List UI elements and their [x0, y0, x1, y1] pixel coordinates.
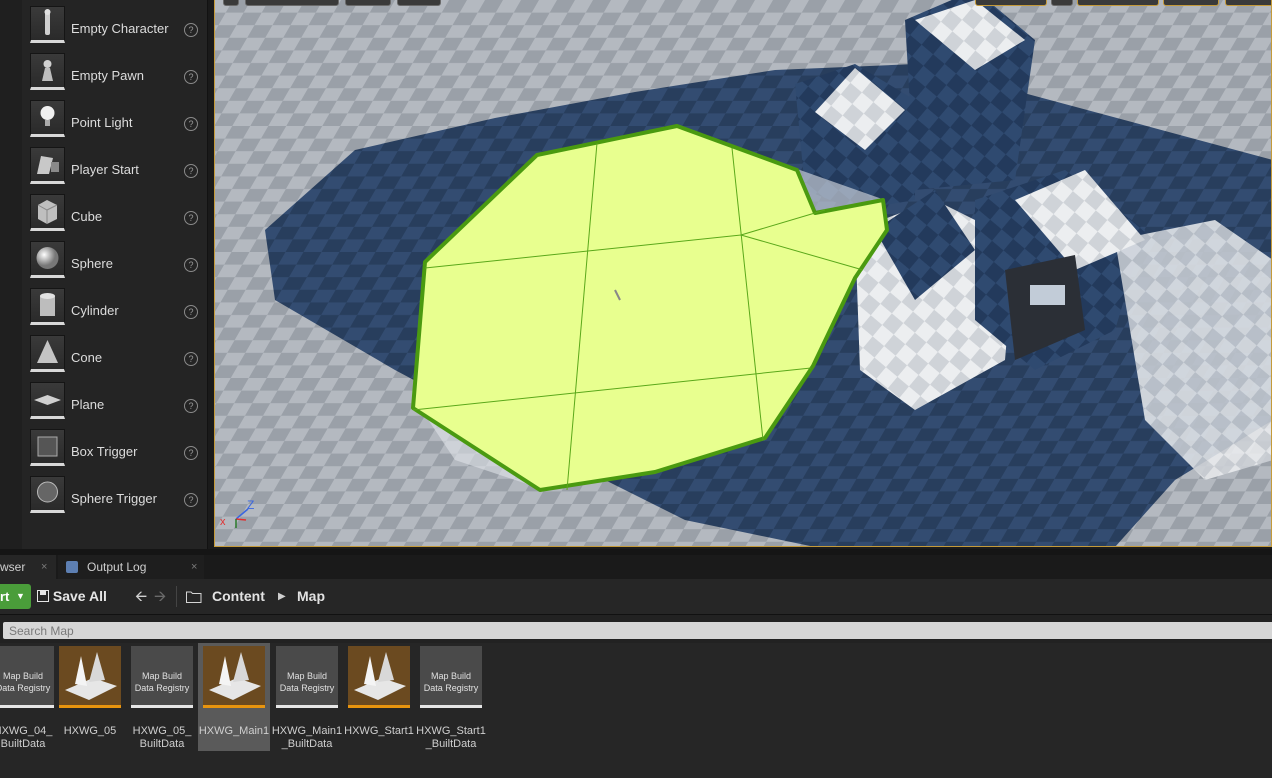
help-icon[interactable]: ? — [184, 211, 198, 225]
asset-tile-selected[interactable]: HXWG_Main1 — [198, 643, 270, 751]
help-icon[interactable]: ? — [184, 70, 198, 84]
log-icon — [66, 561, 78, 573]
breadcrumb-map[interactable]: Map — [297, 584, 325, 609]
place-item-empty-pawn[interactable]: Empty Pawn ? — [22, 50, 207, 97]
box-trigger-icon — [30, 429, 65, 466]
asset-tile[interactable]: HXWG_Start1 — [343, 643, 415, 751]
place-item-label: Player Start — [71, 162, 139, 177]
map-build-data-registry-icon: Map Build Data Registry — [276, 646, 338, 708]
help-icon[interactable]: ? — [184, 493, 198, 507]
place-item-label: Cylinder — [71, 303, 119, 318]
tab-output-log[interactable]: Output Log × — [58, 555, 204, 579]
asset-tile[interactable]: Map Build Data Registry HXWG_Main1 _Buil… — [271, 643, 343, 751]
folder-icon[interactable] — [186, 590, 202, 603]
asset-tile[interactable]: HXWG_05 — [54, 643, 126, 751]
place-item-box-trigger[interactable]: Box Trigger ? — [22, 426, 207, 473]
add-import-button[interactable]: rt ▼ — [0, 584, 31, 609]
map-build-data-registry-icon: Map Build Data Registry — [131, 646, 193, 708]
help-icon[interactable]: ? — [184, 305, 198, 319]
place-item-label: Sphere Trigger — [71, 491, 157, 506]
breadcrumb-arrow-icon[interactable]: ▶ — [278, 584, 286, 609]
place-item-sphere[interactable]: Sphere ? — [22, 238, 207, 285]
sphere-trigger-icon — [30, 476, 65, 513]
save-all-label: Save All — [52, 588, 107, 604]
save-all-button[interactable]: Save All — [37, 584, 107, 609]
viewport-grid-snap-button[interactable] — [1077, 0, 1159, 6]
plane-icon — [30, 382, 65, 419]
level-map-icon — [59, 646, 121, 708]
close-icon[interactable]: × — [191, 555, 197, 579]
save-icon — [37, 590, 49, 602]
place-item-cone[interactable]: Cone ? — [22, 332, 207, 379]
viewport-show-button[interactable] — [397, 0, 441, 6]
place-item-label: Empty Character — [71, 21, 169, 36]
help-icon[interactable]: ? — [184, 164, 198, 178]
bottom-tab-bar: wser × Output Log × — [0, 555, 1272, 579]
sphere-icon — [30, 241, 65, 278]
place-item-label: Empty Pawn — [71, 68, 144, 83]
level-viewport[interactable]: x Z — [214, 0, 1272, 547]
help-icon[interactable]: ? — [184, 117, 198, 131]
place-item-player-start[interactable]: Player Start ? — [22, 144, 207, 191]
viewport-scene[interactable]: x Z — [215, 0, 1272, 547]
cube-icon — [30, 194, 65, 231]
place-item-label: Box Trigger — [71, 444, 138, 459]
cylinder-icon — [30, 288, 65, 325]
place-item-cube[interactable]: Cube ? — [22, 191, 207, 238]
viewport-menu-button[interactable] — [223, 0, 239, 6]
place-item-cylinder[interactable]: Cylinder ? — [22, 285, 207, 332]
help-icon[interactable]: ? — [184, 258, 198, 272]
viewport-lit-button[interactable] — [345, 0, 391, 6]
tab-label: Output Log — [87, 560, 147, 574]
place-item-plane[interactable]: Plane ? — [22, 379, 207, 426]
place-item-label: Sphere — [71, 256, 113, 271]
help-icon[interactable]: ? — [184, 399, 198, 413]
left-mode-strip — [0, 0, 23, 549]
search-row — [0, 615, 1272, 643]
place-item-empty-character[interactable]: Empty Character ? — [22, 3, 207, 50]
back-arrow-icon[interactable]: 🡨 — [135, 586, 147, 611]
asset-tile[interactable]: Map Build Data Registry HXWG_Start1 _Bui… — [415, 643, 487, 751]
forward-arrow-icon[interactable]: 🡪 — [154, 586, 166, 611]
axis-z-label: Z — [247, 498, 254, 512]
map-build-data-registry-icon: Map Build Data Registry — [0, 646, 54, 708]
place-item-label: Cone — [71, 350, 103, 365]
place-item-point-light[interactable]: Point Light ? — [22, 97, 207, 144]
help-icon[interactable]: ? — [184, 23, 198, 37]
viewport-snap-button[interactable] — [1051, 0, 1073, 6]
content-browser-toolbar: rt ▼ Save All 🡨 🡪 Content ▶ Map — [0, 579, 1272, 615]
asset-name: HXWG_Main1 — [198, 725, 270, 737]
asset-grid: Map Build Data Registry HXWG_04_ BuiltDa… — [0, 643, 1272, 778]
place-item-label: Plane — [71, 397, 105, 412]
pawn-icon — [30, 53, 65, 90]
lightbulb-icon — [30, 100, 65, 137]
help-icon[interactable]: ? — [184, 352, 198, 366]
tab-content-browser[interactable]: wser × — [0, 555, 56, 579]
level-map-icon — [203, 646, 265, 708]
map-build-data-registry-icon: Map Build Data Registry — [420, 646, 482, 708]
viewport-perspective-button[interactable] — [245, 0, 339, 6]
asset-name: HXWG_Start1 _BuiltData — [416, 725, 486, 750]
cone-icon — [30, 335, 65, 372]
character-icon — [30, 6, 65, 43]
breadcrumb-content[interactable]: Content — [212, 584, 265, 609]
place-actors-panel: Empty Character ? Empty Pawn ? Point Lig… — [22, 0, 208, 549]
axis-x-label: x — [220, 516, 226, 528]
asset-tile[interactable]: Map Build Data Registry HXWG_05_ BuiltDa… — [126, 643, 198, 751]
place-item-label: Point Light — [71, 115, 133, 130]
help-icon[interactable]: ? — [184, 446, 198, 460]
viewport-scale-snap-button[interactable] — [1225, 0, 1271, 6]
place-item-sphere-trigger[interactable]: Sphere Trigger ? — [22, 473, 207, 520]
search-input[interactable] — [3, 622, 1272, 639]
viewport-transform-button[interactable] — [975, 0, 1047, 6]
tab-label: wser — [0, 560, 26, 574]
level-map-icon — [348, 646, 410, 708]
chevron-down-icon: ▼ — [16, 591, 25, 601]
divider — [176, 586, 177, 607]
close-icon[interactable]: × — [41, 555, 47, 579]
player-start-icon — [30, 147, 65, 184]
viewport-rotation-snap-button[interactable] — [1163, 0, 1219, 6]
place-item-label: Cube — [71, 209, 103, 224]
